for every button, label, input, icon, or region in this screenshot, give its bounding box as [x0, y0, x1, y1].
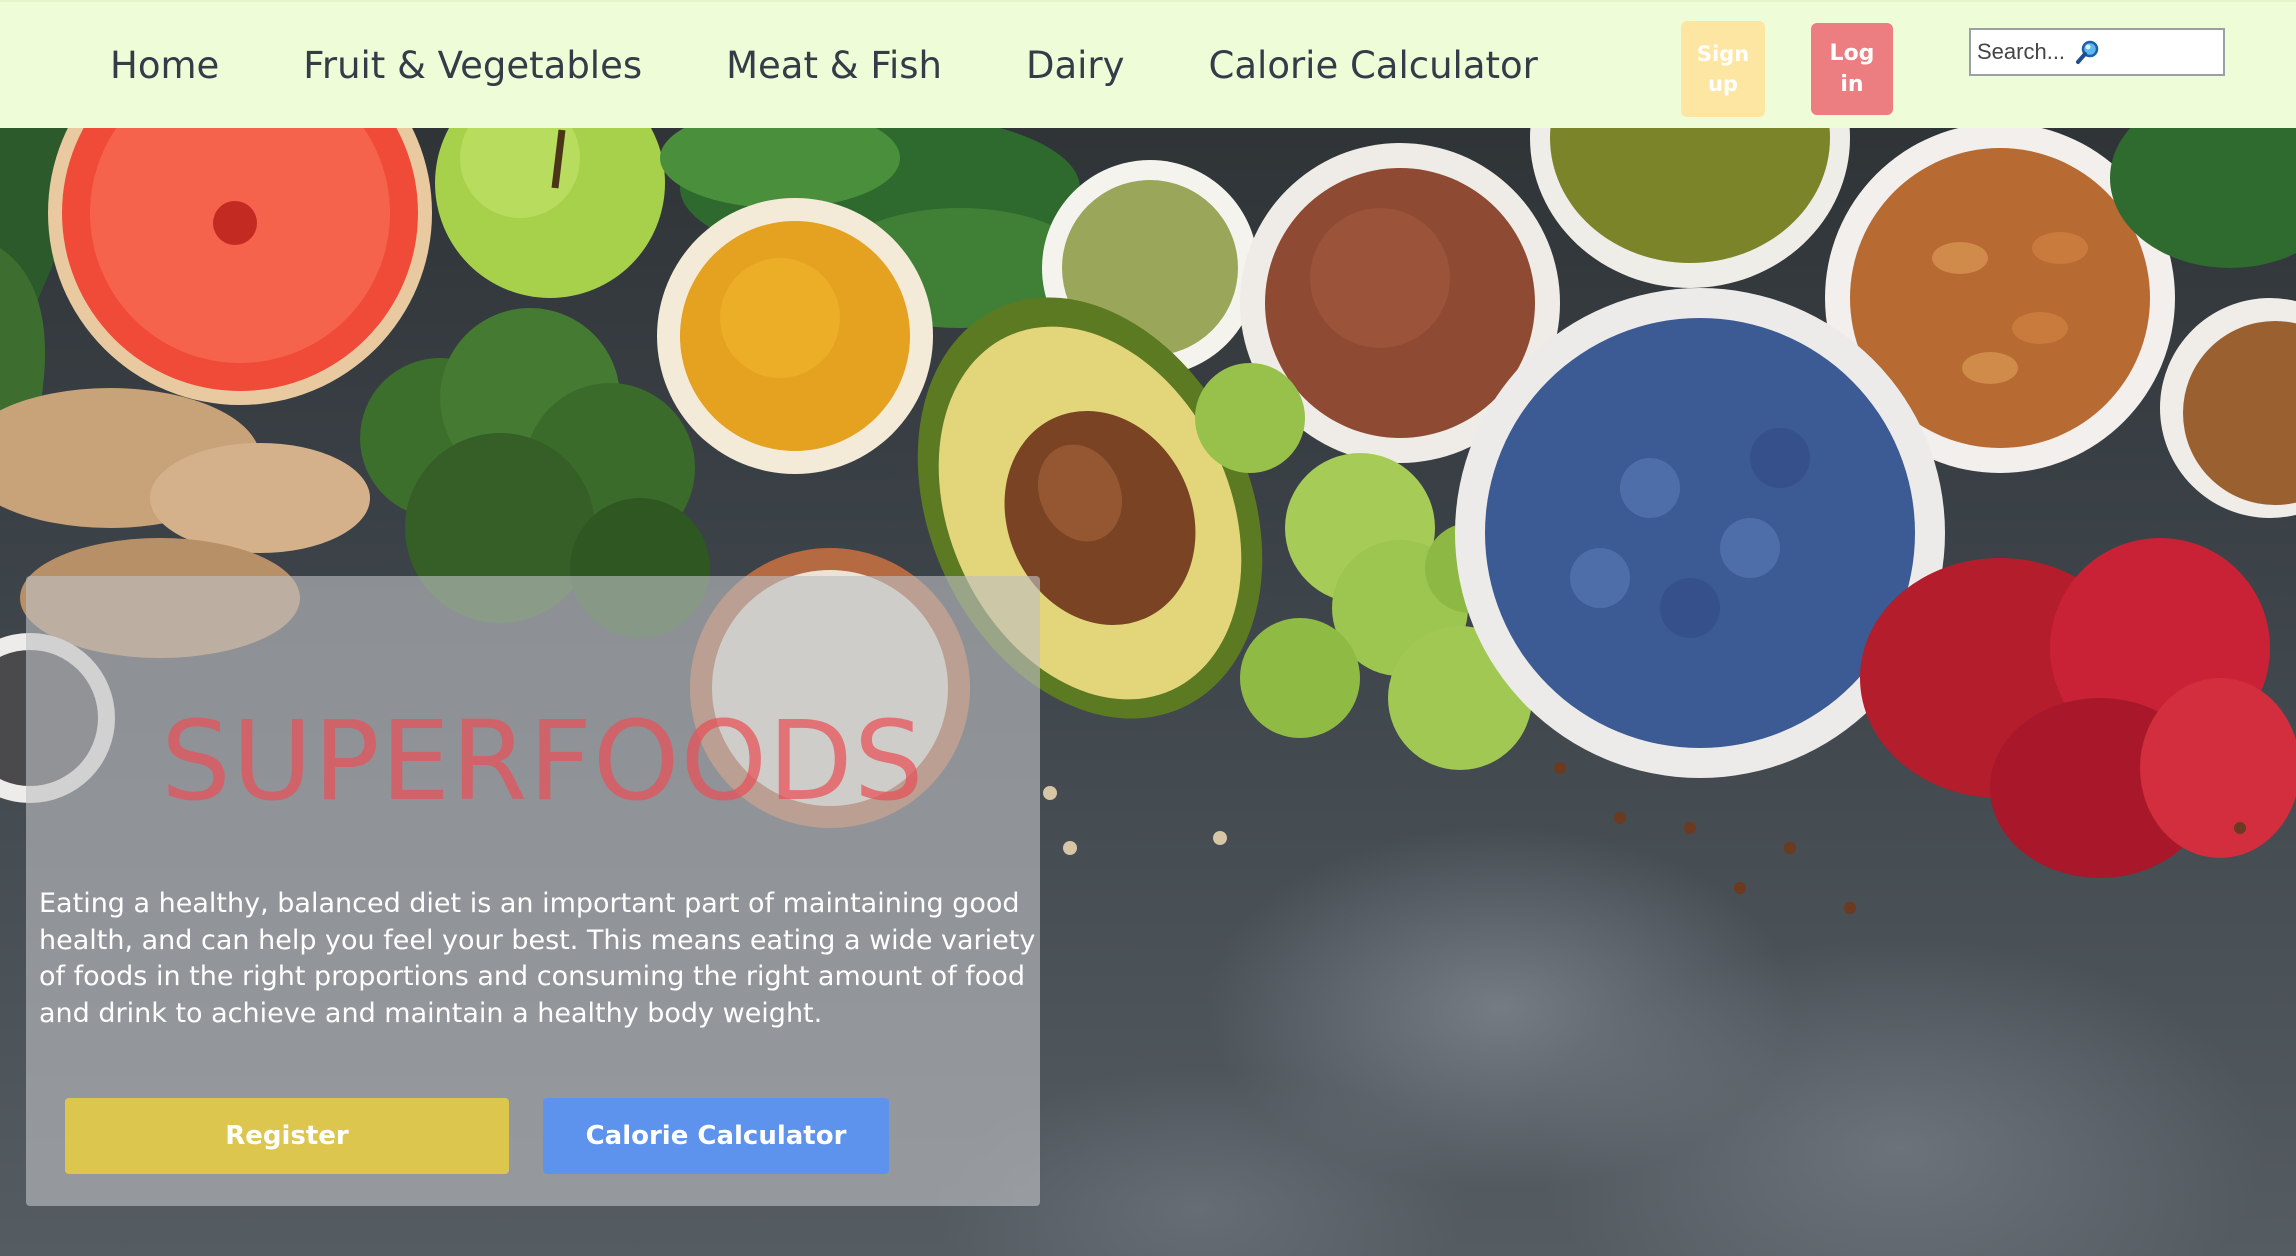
nav-link-fruit-vegetables[interactable]: Fruit & Vegetables [303, 40, 642, 92]
nav-link-meat-fish[interactable]: Meat & Fish [726, 40, 942, 92]
magnifier-icon[interactable] [2075, 39, 2101, 65]
hero-title: SUPERFOODS [161, 697, 925, 825]
nav-link-dairy[interactable]: Dairy [1026, 40, 1125, 92]
sign-up-button[interactable]: Sign up [1681, 21, 1765, 117]
hero-background-image: SUPERFOODS Eating a healthy, balanced di… [0, 128, 2296, 1256]
register-button[interactable]: Register [65, 1098, 509, 1174]
nav-link-home[interactable]: Home [110, 40, 219, 92]
search-input[interactable] [1977, 39, 2077, 65]
calorie-calculator-button[interactable]: Calorie Calculator [543, 1098, 889, 1174]
log-in-button[interactable]: Log in [1811, 23, 1893, 115]
search-box [1969, 28, 2225, 76]
top-navbar: Home Fruit & Vegetables Meat & Fish Dair… [0, 0, 2296, 128]
nav-link-calorie-calculator[interactable]: Calorie Calculator [1209, 40, 1538, 92]
nav-links: Home Fruit & Vegetables Meat & Fish Dair… [110, 40, 1622, 92]
hero-overlay-card: SUPERFOODS Eating a healthy, balanced di… [26, 576, 1040, 1206]
hero-description: Eating a healthy, balanced diet is an im… [39, 888, 1036, 1029]
